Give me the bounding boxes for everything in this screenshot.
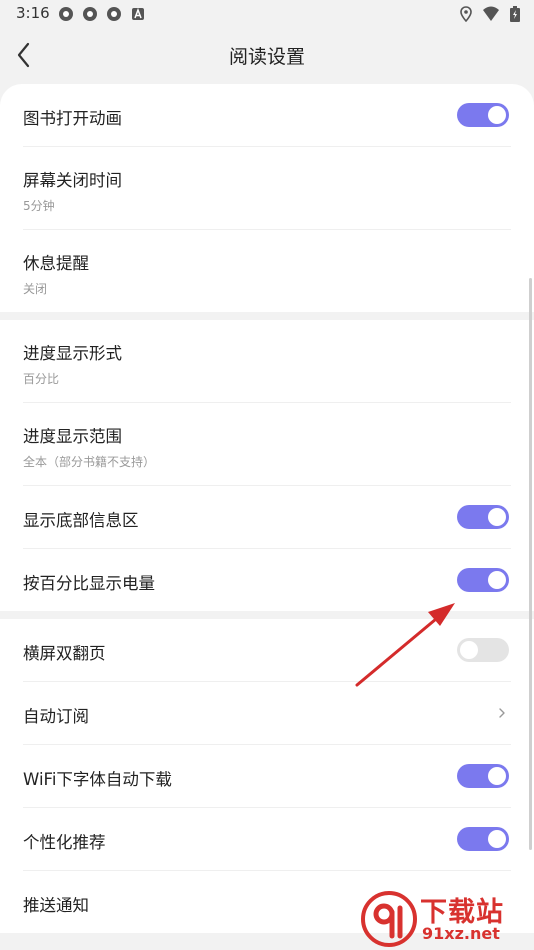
toggle-battery-percent[interactable] bbox=[457, 568, 509, 592]
settings-section-progress: 进度显示形式 百分比 进度显示范围 全本（部分书籍不支持） 显示底部信息区 按百… bbox=[0, 320, 534, 611]
setting-label: 推送通知 bbox=[23, 896, 89, 915]
toggle-open-animation[interactable] bbox=[457, 103, 509, 127]
setting-value: 百分比 bbox=[23, 372, 60, 386]
battery-icon bbox=[510, 6, 520, 22]
setting-label: 进度显示形式 bbox=[23, 344, 122, 363]
setting-value: 关闭 bbox=[23, 282, 48, 296]
setting-screen-timeout[interactable]: 屏幕关闭时间 5分钟 bbox=[23, 147, 511, 230]
setting-label: 屏幕关闭时间 bbox=[23, 171, 122, 190]
setting-open-animation[interactable]: 图书打开动画 bbox=[23, 84, 511, 147]
setting-auto-subscribe[interactable]: 自动订阅 bbox=[23, 682, 511, 745]
setting-label: 按百分比显示电量 bbox=[23, 574, 155, 593]
setting-wifi-font-download[interactable]: WiFi下字体自动下载 bbox=[23, 745, 511, 808]
section-divider bbox=[0, 312, 534, 320]
watermark-site: 91xz.net bbox=[422, 924, 500, 943]
setting-progress-range[interactable]: 进度显示范围 全本（部分书籍不支持） bbox=[23, 403, 511, 486]
watermark: 下载站 91xz.net bbox=[360, 890, 532, 948]
setting-label: 显示底部信息区 bbox=[23, 511, 139, 530]
setting-rest-reminder[interactable]: 休息提醒 关闭 bbox=[23, 230, 511, 312]
location-icon bbox=[460, 6, 472, 22]
notification-icons bbox=[58, 6, 146, 22]
setting-bottom-info[interactable]: 显示底部信息区 bbox=[23, 486, 511, 549]
setting-landscape-double-page[interactable]: 横屏双翻页 bbox=[23, 619, 511, 682]
setting-label: 自动订阅 bbox=[23, 707, 89, 726]
app-notification-icon bbox=[83, 7, 97, 21]
app-notification-icon bbox=[59, 7, 73, 21]
setting-value: 5分钟 bbox=[23, 199, 55, 213]
scrollbar[interactable] bbox=[529, 278, 532, 850]
watermark-logo-icon bbox=[361, 891, 417, 947]
setting-value: 全本（部分书籍不支持） bbox=[23, 455, 156, 469]
setting-label: 进度显示范围 bbox=[23, 427, 122, 446]
setting-label: 休息提醒 bbox=[23, 254, 89, 273]
system-icons bbox=[460, 6, 520, 22]
settings-section-general: 图书打开动画 屏幕关闭时间 5分钟 休息提醒 关闭 bbox=[0, 84, 534, 312]
setting-label: 图书打开动画 bbox=[23, 109, 122, 128]
chevron-right-icon bbox=[499, 708, 505, 718]
app-notification-icon bbox=[107, 7, 121, 21]
setting-label: 个性化推荐 bbox=[23, 833, 106, 852]
setting-label: WiFi下字体自动下载 bbox=[23, 770, 172, 789]
section-divider bbox=[0, 611, 534, 619]
setting-label: 横屏双翻页 bbox=[23, 644, 106, 663]
toggle-landscape-double-page[interactable] bbox=[457, 638, 509, 662]
top-bar: 阅读设置 bbox=[0, 28, 534, 82]
status-time: 3:16 bbox=[16, 4, 50, 22]
setting-progress-format[interactable]: 进度显示形式 百分比 bbox=[23, 320, 511, 403]
wifi-icon bbox=[483, 6, 499, 21]
a-notification-icon bbox=[132, 7, 144, 20]
toggle-bottom-info[interactable] bbox=[457, 505, 509, 529]
toggle-personalized-recommend[interactable] bbox=[457, 827, 509, 851]
settings-list: 图书打开动画 屏幕关闭时间 5分钟 休息提醒 关闭 进度显示形式 百分比 进度显… bbox=[0, 84, 534, 933]
status-bar: 3:16 bbox=[0, 0, 534, 28]
settings-section-other: 横屏双翻页 自动订阅 WiFi下字体自动下载 个性化推荐 推送通知 bbox=[0, 619, 534, 933]
setting-battery-percent[interactable]: 按百分比显示电量 bbox=[23, 549, 511, 611]
toggle-wifi-font-download[interactable] bbox=[457, 764, 509, 788]
page-title: 阅读设置 bbox=[228, 46, 305, 68]
setting-personalized-recommend[interactable]: 个性化推荐 bbox=[23, 808, 511, 871]
